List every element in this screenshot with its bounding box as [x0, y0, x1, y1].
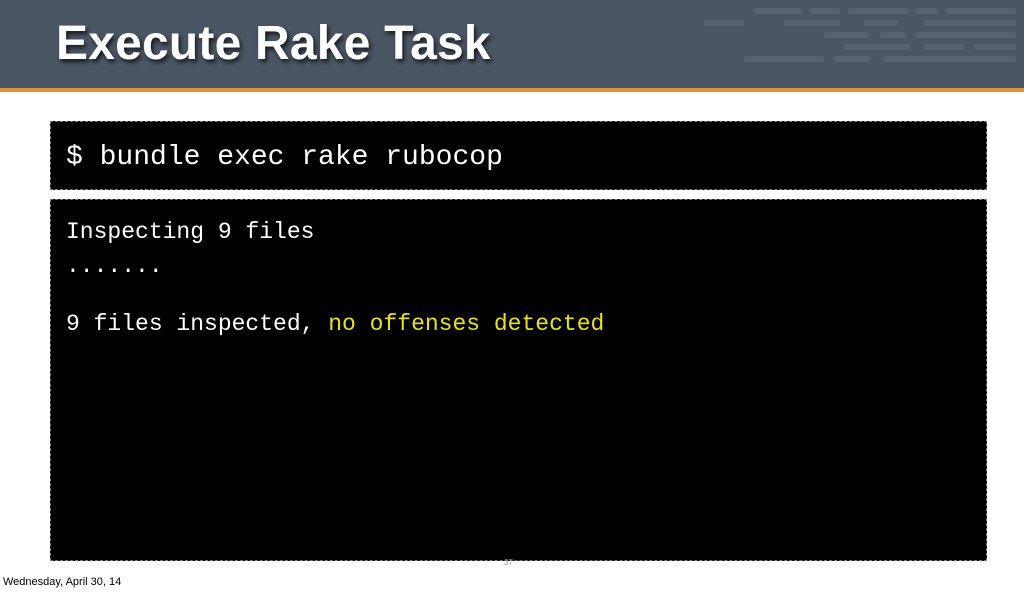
terminal-command-box: $ bundle exec rake rubocop — [50, 121, 987, 190]
terminal-command: $ bundle exec rake rubocop — [66, 142, 503, 173]
footer-date: Wednesday, April 30, 14 — [3, 576, 122, 588]
summary-highlight-text: no offenses detected — [328, 311, 605, 337]
header-decorative-pattern — [684, 0, 1024, 88]
header-accent-rule — [0, 88, 1024, 92]
slide-number: 37 — [504, 558, 513, 567]
summary-plain-text: 9 files inspected, — [66, 311, 329, 337]
output-line-summary: 9 files inspected, no offenses detected — [66, 310, 604, 338]
slide-header: Execute Rake Task — [0, 0, 1024, 88]
terminal-output-box: Inspecting 9 files ....... 9 files inspe… — [50, 199, 987, 561]
slide-title: Execute Rake Task — [56, 17, 491, 70]
output-line-inspecting: Inspecting 9 files — [66, 219, 315, 245]
output-line-progress-dots: ....... — [66, 253, 163, 279]
